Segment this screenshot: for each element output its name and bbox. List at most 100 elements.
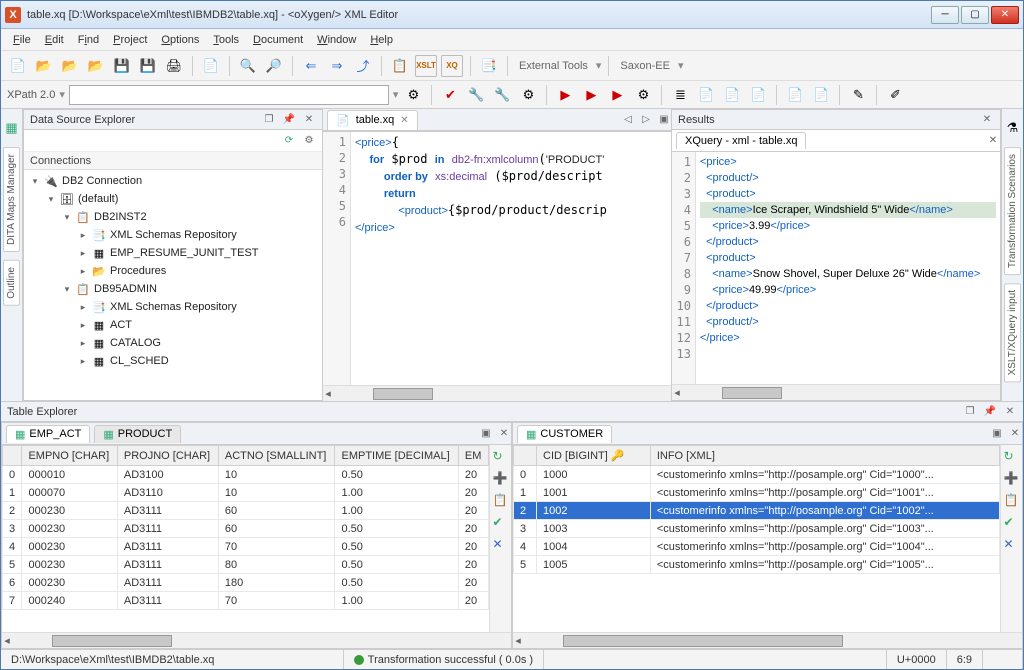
table-row[interactable]: 31003<customerinfo xmlns="http://posampl… [514, 520, 1000, 538]
vtab-transform[interactable]: Transformation Scenarios [1004, 147, 1021, 275]
scenarios-icon[interactable]: ⚗ [1002, 117, 1024, 139]
xslt2-icon[interactable]: XSLT [415, 55, 437, 77]
te-close-icon[interactable]: ✕ [1003, 405, 1017, 419]
insert-row-icon[interactable]: ➕ [1004, 471, 1020, 487]
xpath-input[interactable] [69, 85, 389, 105]
max-editor-icon[interactable]: ▣ [657, 113, 671, 127]
table-row[interactable]: 1000070AD3110101.0020 [3, 484, 489, 502]
dup-row-icon[interactable]: 📋 [493, 493, 509, 509]
doc2-icon[interactable]: 📄 [721, 84, 743, 106]
nav-fwd-icon[interactable]: ⇒ [326, 55, 348, 77]
menu-document[interactable]: Document [253, 34, 303, 46]
results-view[interactable]: 12345678910111213 <price> <product/> <pr… [672, 152, 1000, 384]
tab-customer[interactable]: ▦CUSTOMER [517, 425, 612, 443]
tree-node[interactable]: ▸▦CL_SCHED [24, 352, 322, 370]
pin-icon[interactable]: 📌 [282, 113, 296, 127]
menu-edit[interactable]: Edit [45, 34, 64, 46]
tree-node[interactable]: ▸📑XML Schemas Repository [24, 298, 322, 316]
vtab-xqinput[interactable]: XSLT/XQuery input [1004, 283, 1021, 382]
saveall-icon[interactable]: 💾 [137, 55, 159, 77]
maximize-button[interactable]: ▢ [961, 6, 989, 24]
check-icon[interactable]: ✔ [439, 84, 461, 106]
wrench2-icon[interactable]: 🔧 [491, 84, 513, 106]
menu-file[interactable]: File [13, 34, 31, 46]
delete-icon[interactable]: ✕ [1004, 537, 1020, 553]
menu-window[interactable]: Window [317, 34, 356, 46]
table-row[interactable]: 3000230AD3111600.5020 [3, 520, 489, 538]
run2-icon[interactable]: ▶ [606, 84, 628, 106]
doc1-icon[interactable]: 📄 [695, 84, 717, 106]
open-icon[interactable]: 📂 [33, 55, 55, 77]
tree-node[interactable]: ▾🔌DB2 Connection [24, 172, 322, 190]
customer-table[interactable]: CID [BIGINT] 🔑INFO [XML]01000<customerin… [513, 445, 1000, 632]
open3-icon[interactable]: 📂 [85, 55, 107, 77]
open2-icon[interactable]: 📂 [59, 55, 81, 77]
emp-max-icon[interactable]: ▣ [479, 427, 493, 441]
xslt-icon[interactable]: 📋 [389, 55, 411, 77]
tree-node[interactable]: ▾📋DB95ADMIN [24, 280, 322, 298]
save-icon[interactable]: 💾 [111, 55, 133, 77]
external-tools-dropdown[interactable]: External Tools [515, 60, 592, 72]
code-editor[interactable]: 123456 <price>{ for $prod in db2-fn:xmlc… [323, 131, 671, 385]
tree-node[interactable]: ▸▦CATALOG [24, 334, 322, 352]
table-row[interactable]: 2000230AD3111601.0020 [3, 502, 489, 520]
refresh-icon[interactable]: ↻ [493, 449, 509, 465]
run-icon[interactable]: ▶ [554, 84, 576, 106]
doc4-icon[interactable]: 📄 [784, 84, 806, 106]
table-row[interactable]: 6000230AD31111800.5020 [3, 574, 489, 592]
tree-node[interactable]: ▾📋DB2INST2 [24, 208, 322, 226]
doc5-icon[interactable]: 📄 [810, 84, 832, 106]
next-tab-icon[interactable]: ▷ [639, 113, 653, 127]
tree-node[interactable]: ▸▦EMP_RESUME_JUNIT_TEST [24, 244, 322, 262]
results-tab[interactable]: XQuery - xml - table.xq [676, 132, 806, 149]
debug-icon[interactable]: ▶ [580, 84, 602, 106]
vtab-dita[interactable]: DITA Maps Manager [3, 147, 20, 252]
cust-max-icon[interactable]: ▣ [990, 427, 1004, 441]
cust-hscroll[interactable]: ◂ [513, 632, 1022, 648]
xq-icon[interactable]: XQ [441, 55, 463, 77]
close-icon[interactable]: ✕ [302, 113, 316, 127]
search-icon[interactable]: 🔍 [237, 55, 259, 77]
te-pin-icon[interactable]: 📌 [983, 405, 997, 419]
te-restore-icon[interactable]: ❐ [963, 405, 977, 419]
validate-icon[interactable]: 📄 [200, 55, 222, 77]
tree-node[interactable]: ▸📑XML Schemas Repository [24, 226, 322, 244]
gear2-icon[interactable]: ⚙ [517, 84, 539, 106]
cust-close-icon[interactable]: ✕ [1008, 427, 1022, 441]
table-row[interactable]: 7000240AD3111701.0020 [3, 592, 489, 610]
gear-icon[interactable]: ⚙ [402, 84, 424, 106]
delete-icon[interactable]: ✕ [493, 537, 509, 553]
nav-back-icon[interactable]: ⇐ [300, 55, 322, 77]
new-icon[interactable]: 📄 [7, 55, 29, 77]
brush-icon[interactable]: ✐ [884, 84, 906, 106]
refresh-icon[interactable]: ⟳ [282, 134, 296, 148]
find-icon[interactable]: 🔎 [263, 55, 285, 77]
table-row[interactable]: 11001<customerinfo xmlns="http://posampl… [514, 484, 1000, 502]
table-row[interactable]: 0000010AD3100100.5020 [3, 466, 489, 484]
commit-icon[interactable]: ✔ [493, 515, 509, 531]
tab-emp-act[interactable]: ▦EMP_ACT [6, 425, 90, 443]
tree-node[interactable]: ▸📂Procedures [24, 262, 322, 280]
refresh-icon[interactable]: ↻ [1004, 449, 1020, 465]
table-row[interactable]: 4000230AD3111700.5020 [3, 538, 489, 556]
grid-icon[interactable]: ▦ [1, 117, 23, 139]
table-row[interactable]: 51005<customerinfo xmlns="http://posampl… [514, 556, 1000, 574]
table-row[interactable]: 5000230AD3111800.5020 [3, 556, 489, 574]
gear3-icon[interactable]: ⚙ [632, 84, 654, 106]
nav-last-icon[interactable]: ⤴ [352, 55, 374, 77]
dup-row-icon[interactable]: 📋 [1004, 493, 1020, 509]
commit-icon[interactable]: ✔ [1004, 515, 1020, 531]
editor-hscroll[interactable]: ◂ [323, 385, 671, 401]
menu-project[interactable]: Project [113, 34, 147, 46]
results-close-icon[interactable]: ✕ [980, 113, 994, 127]
minimize-button[interactable]: ─ [931, 6, 959, 24]
table-row[interactable]: 21002<customerinfo xmlns="http://posampl… [514, 502, 1000, 520]
engine-dropdown[interactable]: Saxon-EE [616, 60, 674, 72]
table-row[interactable]: 41004<customerinfo xmlns="http://posampl… [514, 538, 1000, 556]
close-button[interactable]: ✕ [991, 6, 1019, 24]
tree-node[interactable]: ▸▦ACT [24, 316, 322, 334]
emp-hscroll[interactable]: ◂ [2, 632, 511, 648]
edit-icon[interactable]: ✎ [847, 84, 869, 106]
settings-icon[interactable]: ⚙ [302, 134, 316, 148]
doc3-icon[interactable]: 📄 [747, 84, 769, 106]
